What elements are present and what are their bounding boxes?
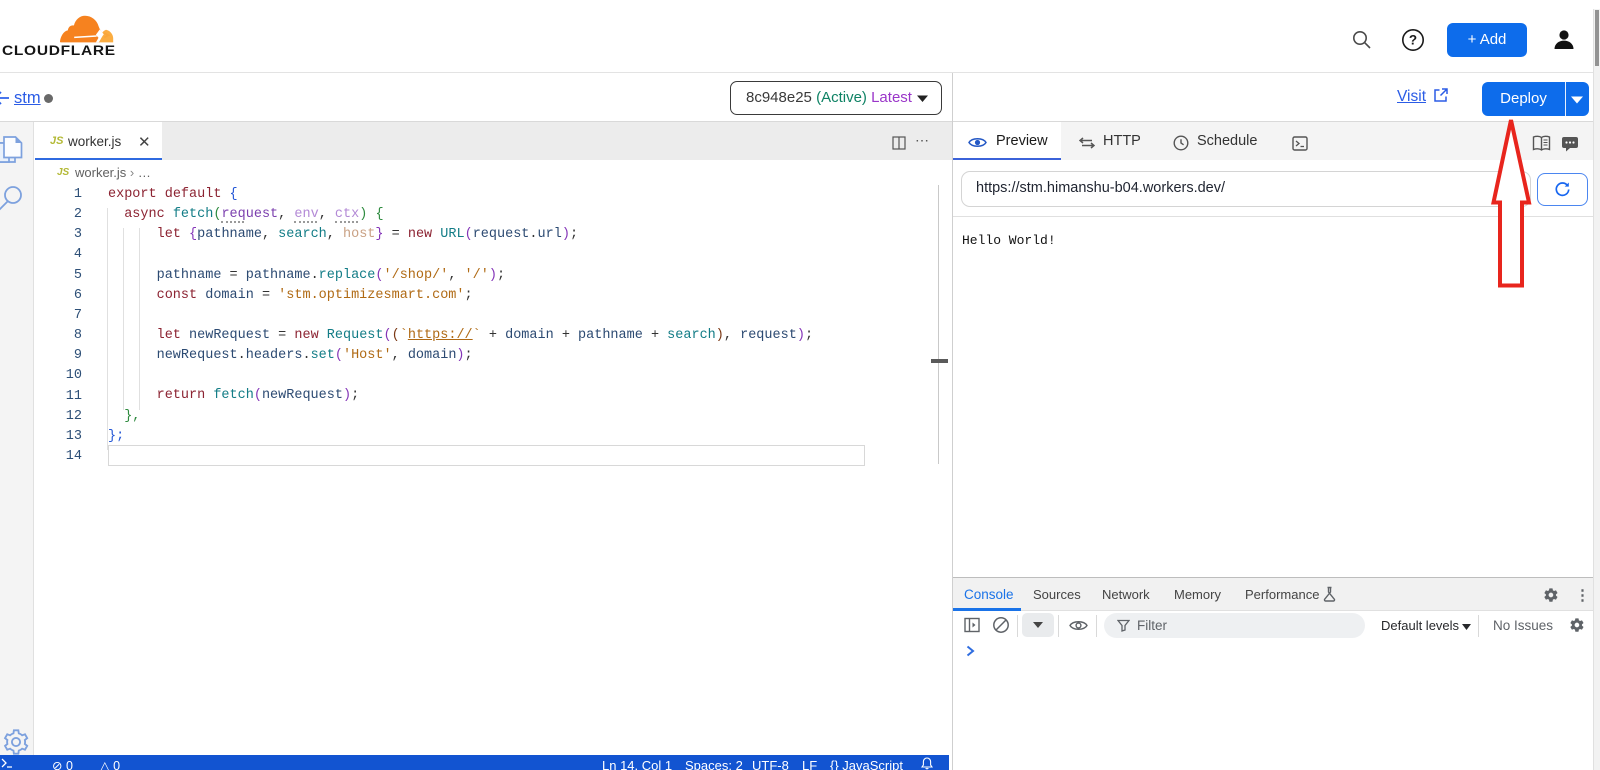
svg-text:?: ? [1409, 33, 1417, 48]
